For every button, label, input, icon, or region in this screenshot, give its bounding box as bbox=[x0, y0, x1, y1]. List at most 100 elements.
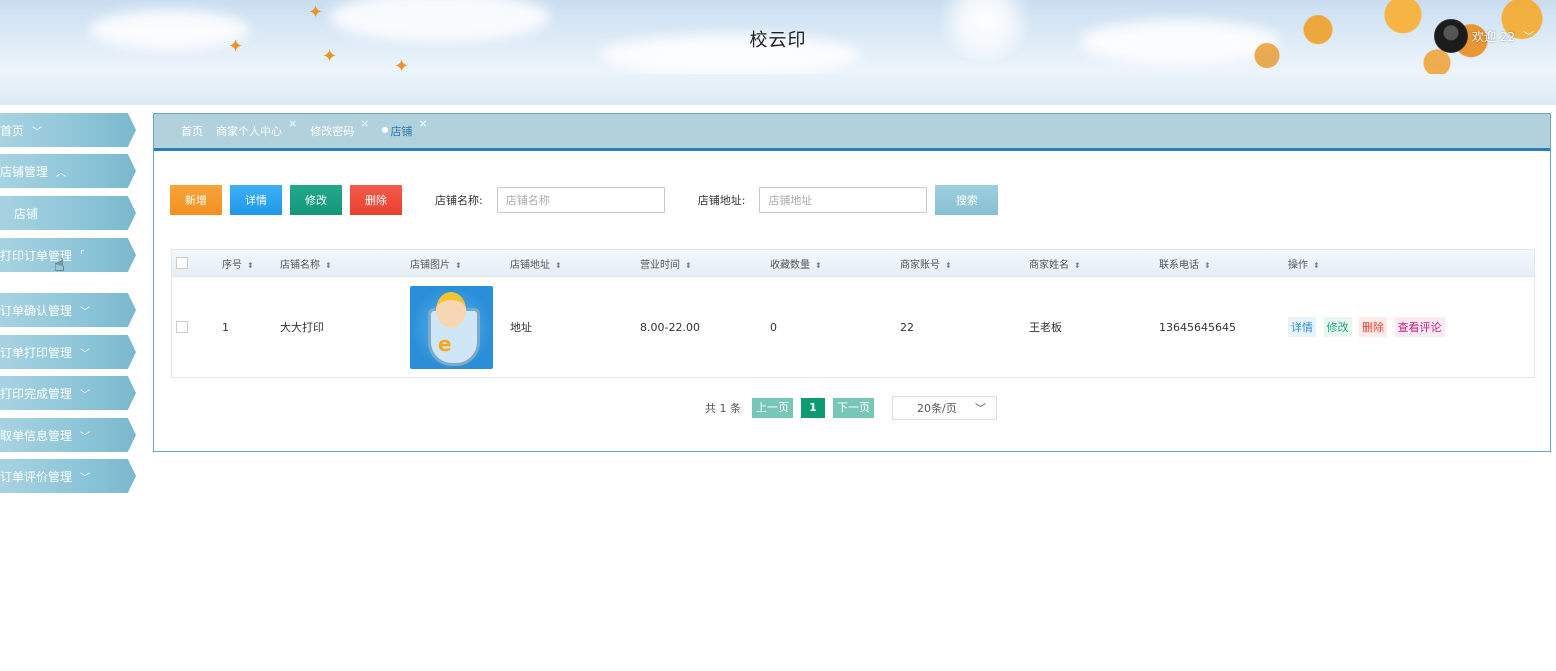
row-review-button[interactable]: 查看评论 bbox=[1394, 317, 1445, 337]
column-header[interactable]: 收藏数量 ⬍ bbox=[770, 256, 822, 271]
chevron-icon: ⌜ bbox=[80, 249, 85, 261]
hand-cursor-icon: ☝ bbox=[54, 255, 65, 276]
sidebar-item-order-review[interactable]: 订单评价管理 ﹀ bbox=[0, 459, 136, 493]
row-edit-button[interactable]: 修改 bbox=[1323, 317, 1352, 337]
cell-favorites: 0 bbox=[770, 320, 777, 334]
shop-name-label: 店铺名称: bbox=[435, 194, 483, 207]
column-header[interactable]: 店铺图片 ⬍ bbox=[410, 256, 462, 271]
row-checkbox[interactable] bbox=[176, 321, 188, 333]
avatar[interactable] bbox=[1434, 19, 1468, 53]
sort-icon: ⬍ bbox=[247, 260, 254, 270]
app-header: ✦ ✦ ✦ ✦ 校云印 欢迎 22 ﹀ bbox=[0, 0, 1556, 74]
chevron-down-icon: ﹀ bbox=[80, 348, 91, 360]
cell-address: 地址 bbox=[510, 321, 532, 334]
leaf-icon: ✦ bbox=[308, 2, 324, 23]
sidebar-item-label: 取单信息管理 bbox=[0, 428, 73, 443]
cell-index: 1 bbox=[222, 320, 229, 334]
chevron-down-icon: ﹀ bbox=[32, 126, 43, 138]
chevron-down-icon: ﹀ bbox=[80, 306, 91, 318]
next-page-button[interactable]: 下一页 bbox=[833, 398, 874, 418]
row-actions: 详情 修改 删除 查看评论 bbox=[1288, 317, 1449, 337]
delete-button[interactable]: 删除 bbox=[350, 185, 402, 215]
sort-icon: ⬍ bbox=[945, 260, 952, 270]
sidebar-item-label: 订单确认管理 bbox=[0, 303, 73, 318]
current-page[interactable]: 1 bbox=[801, 398, 825, 418]
row-detail-button[interactable]: 详情 bbox=[1288, 317, 1316, 337]
tab-bar: 首页 商家个人中心 × 修改密码 × 店铺 × bbox=[154, 114, 1550, 151]
sort-icon: ⬍ bbox=[325, 260, 332, 270]
user-menu[interactable]: 欢迎 22 ﹀ bbox=[1434, 19, 1534, 53]
sidebar-item-print-orders[interactable]: 打印订单管理 ⌜ bbox=[0, 238, 136, 272]
sort-icon: ⬍ bbox=[685, 260, 692, 270]
shop-table: 序号 ⬍ 店铺名称 ⬍ 店铺图片 ⬍ 店铺地址 ⬍ 营业时间 ⬍ 收藏数量 ⬍ 商家账号 ⬍ … bbox=[171, 249, 1535, 378]
chevron-down-icon: ﹀ bbox=[80, 472, 91, 484]
cell-owner: 王老板 bbox=[1029, 321, 1062, 334]
sidebar-item-label: 店铺 bbox=[14, 206, 39, 221]
column-header[interactable]: 操作 ⬍ bbox=[1288, 256, 1320, 271]
welcome-text: 欢迎 22 bbox=[1472, 29, 1516, 44]
close-icon[interactable]: × bbox=[418, 117, 427, 130]
tab-merchant-center[interactable]: 商家个人中心 × bbox=[216, 117, 297, 139]
sort-icon: ⬍ bbox=[815, 260, 822, 270]
shop-image[interactable]: e bbox=[410, 285, 493, 369]
column-header[interactable]: 营业时间 ⬍ bbox=[640, 256, 692, 271]
tab-label: 店铺 bbox=[390, 125, 413, 138]
total-count: 共 1 条 bbox=[705, 402, 741, 415]
prev-page-button[interactable]: 上一页 bbox=[752, 398, 793, 418]
sidebar-item-print-complete[interactable]: 打印完成管理 ﹀ bbox=[0, 376, 136, 410]
tab-shop[interactable]: 店铺 × bbox=[382, 117, 428, 139]
letter-e-graphic: e bbox=[438, 331, 452, 356]
sidebar-item-label: 订单评价管理 bbox=[0, 469, 73, 484]
sidebar-item-label: 店铺管理 bbox=[0, 164, 49, 179]
cell-account: 22 bbox=[900, 320, 914, 334]
shop-address-label: 店铺地址: bbox=[697, 194, 746, 207]
pagination: 共 1 条 上一页 1 下一页 20条/页 ﹀ bbox=[705, 396, 997, 420]
header-subbar bbox=[0, 74, 1556, 105]
close-icon[interactable]: × bbox=[360, 117, 369, 130]
cell-phone: 13645645645 bbox=[1159, 320, 1236, 334]
sidebar-item-shop-management[interactable]: 店铺管理 ︿ bbox=[0, 154, 136, 188]
active-dot-icon bbox=[382, 127, 389, 133]
sidebar-item-label: 首页 bbox=[0, 123, 25, 138]
chevron-down-icon: ﹀ bbox=[975, 402, 986, 415]
sidebar-item-label: 订单打印管理 bbox=[0, 345, 73, 360]
column-header[interactable]: 商家账号 ⬍ bbox=[900, 256, 952, 271]
page-size-select[interactable]: 20条/页 ﹀ bbox=[892, 396, 997, 420]
chevron-down-icon: ﹀ bbox=[80, 389, 91, 401]
toolbar: 新增 详情 修改 删除 店铺名称: 店铺地址: 搜索 bbox=[170, 185, 999, 215]
sort-icon: ⬍ bbox=[455, 260, 462, 270]
column-header[interactable]: 店铺地址 ⬍ bbox=[510, 256, 562, 271]
add-button[interactable]: 新增 bbox=[170, 185, 222, 215]
edit-button[interactable]: 修改 bbox=[290, 185, 342, 215]
column-header[interactable]: 商家姓名 ⬍ bbox=[1029, 256, 1081, 271]
tab-home[interactable]: 首页 bbox=[181, 123, 203, 139]
sort-icon: ⬍ bbox=[1204, 260, 1211, 270]
cartoon-head-graphic bbox=[436, 291, 466, 328]
sidebar-item-order-print[interactable]: 订单打印管理 ﹀ bbox=[0, 335, 136, 369]
leaf-icon: ✦ bbox=[394, 56, 410, 75]
sidebar-item-order-confirm[interactable]: 订单确认管理 ﹀ bbox=[0, 293, 136, 327]
select-all-checkbox[interactable] bbox=[176, 257, 188, 269]
chevron-down-icon: ﹀ bbox=[80, 431, 91, 443]
chevron-down-icon[interactable]: ﹀ bbox=[1523, 28, 1534, 44]
table-row[interactable]: 1 大大打印 e 地址 8.00-22.00 0 22 王老板 13645645… bbox=[172, 277, 1534, 377]
cell-hours: 8.00-22.00 bbox=[640, 320, 700, 334]
sidebar-item-shop[interactable]: 店铺 bbox=[0, 196, 136, 230]
shop-name-input[interactable] bbox=[496, 187, 665, 213]
close-icon[interactable]: × bbox=[288, 117, 297, 130]
row-delete-button[interactable]: 删除 bbox=[1359, 317, 1387, 337]
sort-icon: ⬍ bbox=[555, 260, 562, 270]
column-header[interactable]: 联系电话 ⬍ bbox=[1159, 256, 1211, 271]
sidebar-item-label: 打印完成管理 bbox=[0, 386, 73, 401]
main-panel: 首页 商家个人中心 × 修改密码 × 店铺 × 新增 详情 修改 删除 店铺名称… bbox=[153, 113, 1551, 452]
tab-change-password[interactable]: 修改密码 × bbox=[310, 117, 369, 139]
sidebar-item-pickup-info[interactable]: 取单信息管理 ﹀ bbox=[0, 418, 136, 452]
shop-address-input[interactable] bbox=[759, 187, 928, 213]
column-header[interactable]: 序号 ⬍ bbox=[222, 256, 254, 271]
tab-label: 商家个人中心 bbox=[216, 125, 282, 138]
detail-button[interactable]: 详情 bbox=[230, 185, 282, 215]
column-header[interactable]: 店铺名称 ⬍ bbox=[280, 256, 332, 271]
page-size-value: 20条/页 bbox=[917, 402, 957, 415]
sidebar-item-home[interactable]: 首页 ﹀ bbox=[0, 113, 136, 147]
search-button[interactable]: 搜索 bbox=[935, 185, 999, 215]
